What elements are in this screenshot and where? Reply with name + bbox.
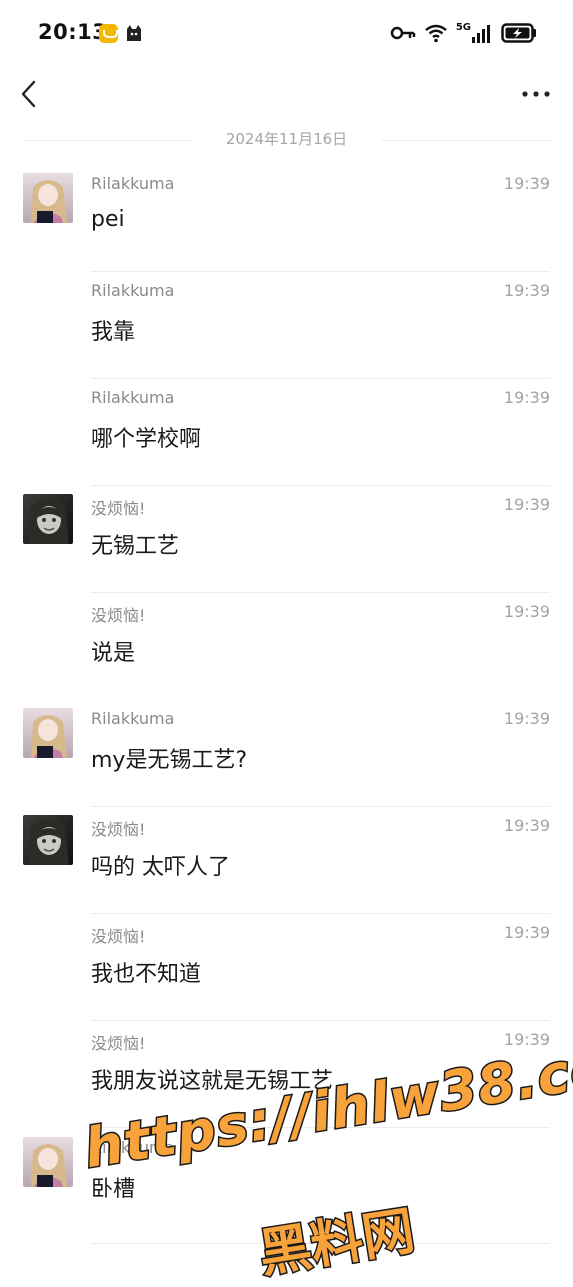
message-text: my是无锡工艺? [91, 748, 248, 773]
message-text: 我也不知道 [91, 962, 202, 987]
status-bar: 20:13 5G [0, 0, 573, 66]
notification-app-icon [99, 24, 118, 43]
message-sender: Rilakkuma [91, 388, 175, 407]
message-time: 19:39 [503, 388, 550, 407]
message-text: 卧槽 [91, 1177, 136, 1202]
message-text: pei [91, 207, 125, 232]
meifannao-avatar[interactable] [23, 494, 73, 544]
message-text: 吗的 太吓人了 [91, 855, 230, 880]
vpn-key-icon [390, 26, 416, 40]
rilakkuma-avatar[interactable] [23, 173, 73, 223]
meifannao-avatar[interactable] [23, 815, 73, 865]
message-item[interactable]: Rilakkuma 19:39 哪个学校啊 [0, 379, 573, 486]
wifi-icon [425, 24, 447, 43]
message-time: 19:39 [503, 174, 550, 193]
message-item[interactable]: Rilakkuma 19:39 my是无锡工艺? [0, 700, 573, 807]
date-divider: 2024年11月16日 [0, 128, 573, 152]
message-sender: Rilakkuma [91, 281, 175, 300]
message-sender: Rilakkuma [91, 1138, 175, 1157]
message-divider [91, 1243, 550, 1244]
message-text: 我靠 [91, 320, 136, 345]
more-options-icon[interactable] [521, 86, 551, 102]
message-sender: Rilakkuma [91, 174, 175, 193]
message-time: 19:39 [503, 709, 550, 728]
message-time: 19:39 [503, 602, 550, 621]
rilakkuma-avatar[interactable] [23, 708, 73, 758]
message-time: 19:39 [503, 1030, 550, 1049]
battery-charging-icon [501, 23, 536, 43]
message-text: 说是 [91, 641, 136, 666]
back-arrow-icon[interactable] [16, 76, 42, 112]
message-item[interactable]: Rilakkuma 19:39 我靠 [0, 272, 573, 379]
message-time: 19:39 [503, 495, 550, 514]
message-item[interactable]: 没烦恼! 19:39 无锡工艺 [0, 486, 573, 593]
signal-icon [472, 25, 490, 43]
cat-notification-icon [127, 25, 141, 41]
message-sender: 没烦恼! [91, 820, 146, 839]
message-sender: 没烦恼! [91, 1034, 146, 1053]
rilakkuma-avatar[interactable] [23, 1137, 73, 1187]
message-time: 19:39 [503, 923, 550, 942]
message-divider [91, 1127, 550, 1128]
message-text: 无锡工艺 [91, 534, 180, 559]
message-sender: Rilakkuma [91, 709, 175, 728]
message-item[interactable]: Rilakkuma 19:39 pei [0, 165, 573, 272]
message-sender: 没烦恼! [91, 606, 146, 625]
message-item[interactable]: 没烦恼! 19:39 我也不知道 [0, 914, 573, 1021]
message-item[interactable]: 没烦恼! 19:39 我朋友说这就是无锡工艺 [0, 1021, 573, 1128]
message-item[interactable]: 没烦恼! 19:39 说是 [0, 593, 573, 700]
message-sender: 没烦恼! [91, 499, 146, 518]
message-item[interactable]: 没烦恼! 19:39 吗的 太吓人了 [0, 807, 573, 914]
message-text: 我朋友说这就是无锡工艺 [91, 1069, 334, 1094]
status-time: 20:13 [38, 20, 108, 44]
network-type: 5G [455, 21, 471, 33]
message-item[interactable]: Rilakkuma 卧槽 [0, 1129, 573, 1244]
message-text: 哪个学校啊 [91, 427, 202, 452]
message-time: 19:39 [503, 816, 550, 835]
message-sender: 没烦恼! [91, 927, 146, 946]
top-nav-bar [0, 66, 573, 126]
message-time: 19:39 [503, 281, 550, 300]
